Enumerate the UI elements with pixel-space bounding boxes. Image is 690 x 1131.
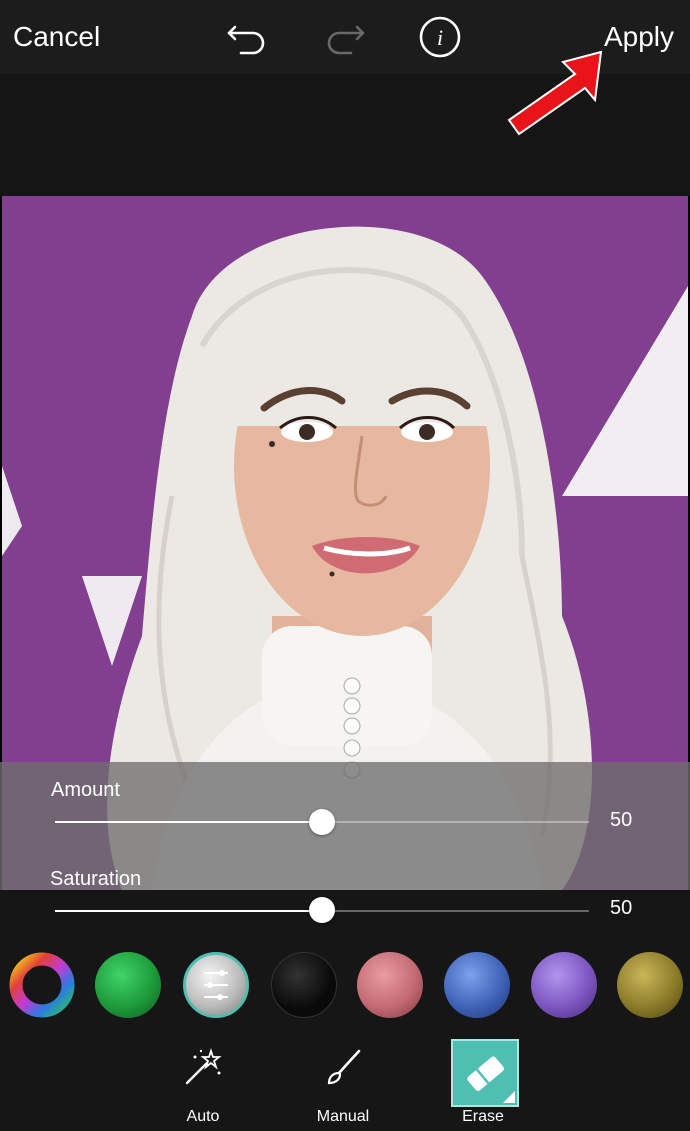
brush-icon (318, 1042, 368, 1092)
saturation-value: 50 (610, 897, 633, 919)
saturation-slider-fill (55, 910, 322, 912)
erase-tool-selected (451, 1039, 519, 1107)
tool-bar: Auto Manual Erase (0, 1036, 690, 1131)
amount-slider-thumb[interactable] (309, 809, 335, 835)
blue-swatch[interactable] (444, 952, 510, 1018)
purple-swatch[interactable] (531, 952, 597, 1018)
auto-tool-label: Auto (186, 1108, 220, 1125)
green-swatch[interactable] (95, 952, 161, 1018)
amount-value: 50 (610, 809, 633, 831)
color-wheel-swatch[interactable] (9, 952, 75, 1018)
apply-button[interactable]: Apply (604, 0, 674, 74)
info-icon[interactable]: i (415, 12, 465, 62)
black-swatch[interactable] (271, 952, 337, 1018)
magic-wand-icon (178, 1042, 228, 1092)
auto-tool-button[interactable]: Auto (158, 1036, 248, 1131)
sliders-icon (204, 970, 228, 1000)
amount-label: Amount (51, 779, 120, 801)
rose-swatch[interactable] (357, 952, 423, 1018)
hair-color-swatches (0, 932, 690, 1036)
red-arrow-annotation (507, 50, 603, 136)
olive-gold-swatch[interactable] (617, 952, 683, 1018)
svg-text:i: i (437, 25, 443, 50)
redo-icon[interactable] (320, 12, 370, 62)
silver-swatch-selected[interactable] (183, 952, 249, 1018)
manual-tool-button[interactable]: Manual (298, 1036, 388, 1131)
cancel-button[interactable]: Cancel (13, 0, 100, 74)
saturation-label: Saturation (50, 868, 142, 890)
undo-icon[interactable] (222, 12, 272, 62)
erase-tool-label: Erase (462, 1108, 504, 1125)
manual-tool-label: Manual (316, 1108, 370, 1125)
erase-tool-button[interactable]: Erase (438, 1036, 528, 1131)
amount-slider-fill (55, 821, 322, 823)
saturation-slider-thumb[interactable] (309, 897, 335, 923)
eraser-icon (467, 1056, 515, 1103)
